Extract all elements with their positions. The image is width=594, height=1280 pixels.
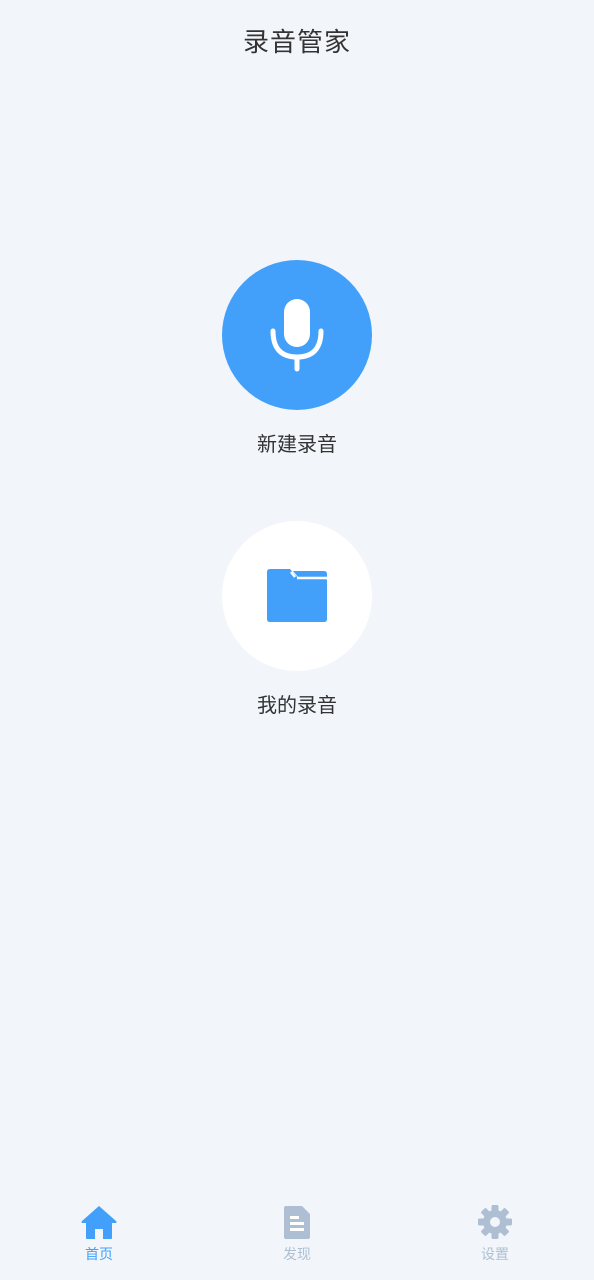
bottom-tab-bar: 首页 发现 设置 (0, 1188, 594, 1280)
my-recordings-action[interactable]: 我的录音 (222, 521, 372, 718)
my-recordings-label: 我的录音 (257, 693, 337, 717)
home-icon (81, 1206, 117, 1239)
gear-icon (478, 1205, 512, 1239)
new-recording-action[interactable]: 新建录音 (222, 260, 372, 457)
tab-discover[interactable]: 发现 (237, 1188, 357, 1280)
my-recordings-button[interactable] (222, 521, 372, 671)
tab-settings[interactable]: 设置 (435, 1188, 555, 1280)
home-screen: 录音管家 新建录音 我的录音 首页 发现 设置 (0, 0, 594, 1280)
microphone-icon (270, 299, 324, 372)
new-recording-button[interactable] (222, 260, 372, 410)
tab-discover-label: 发现 (283, 1247, 311, 1263)
new-recording-label: 新建录音 (257, 432, 337, 456)
tab-home[interactable]: 首页 (39, 1188, 159, 1280)
folder-icon (267, 569, 327, 622)
tab-settings-label: 设置 (481, 1247, 509, 1263)
tab-home-label: 首页 (85, 1247, 113, 1263)
document-icon (284, 1206, 310, 1239)
page-title: 录音管家 (242, 28, 351, 58)
